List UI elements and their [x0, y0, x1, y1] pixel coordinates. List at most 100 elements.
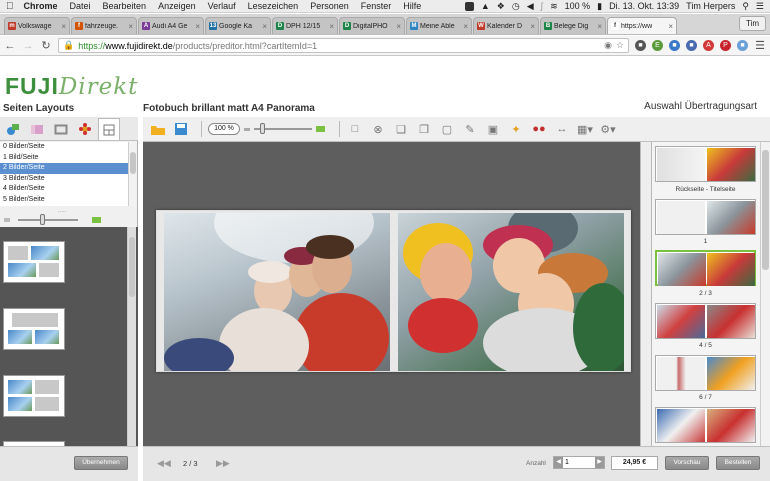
prev-page-icon[interactable]: ◀◀	[157, 458, 171, 469]
transfer-method-label[interactable]: Auswahl Übertragungsart	[644, 101, 757, 112]
redeye-icon[interactable]: ●●	[530, 120, 548, 138]
browser-tab-0[interactable]: m Volkswage ×	[4, 17, 70, 34]
bookmark-star-icon[interactable]: ☆	[616, 40, 624, 51]
menu-personen[interactable]: Personen	[310, 1, 349, 11]
text-icon[interactable]: ▣	[484, 120, 502, 138]
browser-tab-7[interactable]: W Kalender D ×	[473, 17, 539, 34]
layer-front-icon[interactable]: ❐	[415, 120, 433, 138]
pages-scrollbar[interactable]	[760, 142, 770, 446]
browser-tab-6[interactable]: M Meine Able ×	[406, 17, 472, 34]
menu-hamburger-icon[interactable]: ☰	[754, 39, 766, 52]
extension-3-icon[interactable]: ■	[686, 40, 697, 51]
layout-list[interactable]: 0 Bilder/Seite 1 Bild/Seite 2 Bilder/Seite…	[0, 142, 128, 206]
tab-layouts[interactable]	[98, 118, 120, 140]
slider-knob[interactable]	[260, 123, 265, 134]
menu-anzeigen[interactable]: Anzeigen	[158, 1, 196, 11]
fujidirekt-logo[interactable]: FUJIDirekt	[5, 74, 138, 99]
layout-option[interactable]: 4 Bilder/Seite	[0, 184, 128, 195]
menu-app[interactable]: Chrome	[24, 1, 58, 11]
tab-frames[interactable]	[50, 118, 72, 140]
apple-icon[interactable]: 	[6, 1, 14, 12]
browser-tab-9[interactable]: f https://ww ×	[607, 17, 677, 34]
photo-left-page[interactable]	[164, 213, 390, 371]
adblock-icon[interactable]: A	[703, 40, 714, 51]
menu-hilfe[interactable]: Hilfe	[403, 1, 421, 11]
forward-icon[interactable]: →	[22, 40, 34, 52]
page-thumb-6-7[interactable]	[655, 355, 756, 391]
layout-thumb-3[interactable]	[3, 375, 65, 417]
page-thumb-2-3[interactable]	[655, 250, 756, 286]
spotlight-icon[interactable]: ⚲	[742, 1, 749, 12]
page-thumb-4-5[interactable]	[655, 303, 756, 339]
tab-close-icon[interactable]: ×	[195, 22, 200, 31]
url-field[interactable]: 🔒 https:// www.fujidirekt.de /products/p…	[58, 38, 629, 53]
quantity-stepper[interactable]: ◀ ▶	[553, 456, 605, 469]
bluetooth-icon[interactable]: ∫	[541, 1, 543, 11]
evernote-icon[interactable]: E	[652, 40, 663, 51]
timemachine-icon[interactable]: ◷	[512, 1, 520, 12]
preview-button[interactable]: Vorschau	[665, 456, 709, 470]
volume-icon[interactable]: ◀	[527, 1, 534, 12]
extension-4-icon[interactable]: ■	[737, 40, 748, 51]
browser-tab-5[interactable]: D DigitalPHO ×	[339, 17, 405, 34]
menu-fenster[interactable]: Fenster	[361, 1, 392, 11]
reload-icon[interactable]: ↻	[40, 39, 52, 52]
user-name[interactable]: Tim Herpers	[686, 1, 735, 11]
pinterest-icon[interactable]: P	[720, 40, 731, 51]
zoom-plus-icon[interactable]	[316, 126, 325, 132]
browser-tab-4[interactable]: D DPH 12/15 ×	[272, 17, 338, 34]
layout-option[interactable]: 1 Bild/Seite	[0, 153, 128, 164]
tab-close-icon[interactable]: ×	[530, 22, 535, 31]
layout-option[interactable]: 3 Bilder/Seite	[0, 174, 128, 185]
crop-icon[interactable]: □	[346, 120, 364, 138]
extension-icon[interactable]: ■	[635, 40, 646, 51]
increase-icon[interactable]: ▶	[595, 457, 604, 468]
menu-lesezeichen[interactable]: Lesezeichen	[248, 1, 299, 11]
drive-icon[interactable]: ▲	[481, 1, 490, 11]
tab-close-icon[interactable]: ×	[396, 22, 401, 31]
zoom-minus-icon[interactable]	[244, 127, 250, 131]
menu-datei[interactable]: Datei	[70, 1, 91, 11]
tab-close-icon[interactable]: ×	[329, 22, 334, 31]
layout-option[interactable]: 5 Bilder/Seite	[0, 195, 128, 206]
tab-close-icon[interactable]: ×	[61, 22, 66, 31]
layer-back-icon[interactable]: ❏	[392, 120, 410, 138]
browser-tab-8[interactable]: B Belege Dig ×	[540, 17, 606, 34]
page-thumb-cover[interactable]	[655, 146, 756, 182]
layout-list-scrollbar[interactable]	[128, 142, 137, 206]
profile-button[interactable]: Tim	[738, 16, 766, 31]
next-page-icon[interactable]: ▶▶	[216, 458, 230, 469]
zoom-in-icon[interactable]	[92, 217, 101, 223]
apply-button[interactable]: Übernehmen	[74, 456, 128, 470]
extension-2-icon[interactable]: ■	[669, 40, 680, 51]
magic-wand-icon[interactable]: ✦	[507, 120, 525, 138]
page-thumb-1[interactable]	[655, 199, 756, 235]
wifi-icon[interactable]: ≋	[550, 1, 558, 12]
frame-icon[interactable]: ▢	[438, 120, 456, 138]
flip-icon[interactable]: ↔	[553, 120, 571, 138]
quantity-input[interactable]	[563, 457, 595, 468]
layout-thumb-2[interactable]	[3, 308, 65, 350]
editor-zoom-slider[interactable]	[254, 123, 312, 134]
order-button[interactable]: Bestellen	[716, 456, 760, 470]
layout-option[interactable]: 0 Bilder/Seite	[0, 142, 128, 153]
canvas-scrollbar[interactable]	[640, 142, 651, 446]
clock[interactable]: Di. 13. Okt. 13:39	[609, 1, 679, 11]
grid-dropdown-icon[interactable]: ▦▾	[576, 120, 594, 138]
open-folder-icon[interactable]	[149, 120, 167, 138]
browser-tab-1[interactable]: f fahrzeuge. ×	[71, 17, 137, 34]
back-icon[interactable]: ←	[4, 40, 16, 52]
layout-thumb-1[interactable]	[3, 241, 65, 283]
menu-bearbeiten[interactable]: Bearbeiten	[103, 1, 147, 11]
layout-option[interactable]: 2 Bilder/Seite	[0, 163, 128, 174]
scroll-thumb[interactable]	[129, 237, 135, 297]
scroll-thumb[interactable]	[762, 150, 769, 270]
photo-right-page[interactable]	[398, 213, 624, 371]
tab-close-icon[interactable]: ×	[463, 22, 468, 31]
tab-close-icon[interactable]: ×	[262, 22, 267, 31]
thumb-zoom-slider[interactable]	[18, 214, 78, 225]
photobook-spread[interactable]	[156, 210, 631, 372]
status-icon[interactable]	[464, 1, 474, 11]
tab-cliparts[interactable]	[74, 118, 96, 140]
battery-icon[interactable]: ▮	[597, 1, 602, 12]
